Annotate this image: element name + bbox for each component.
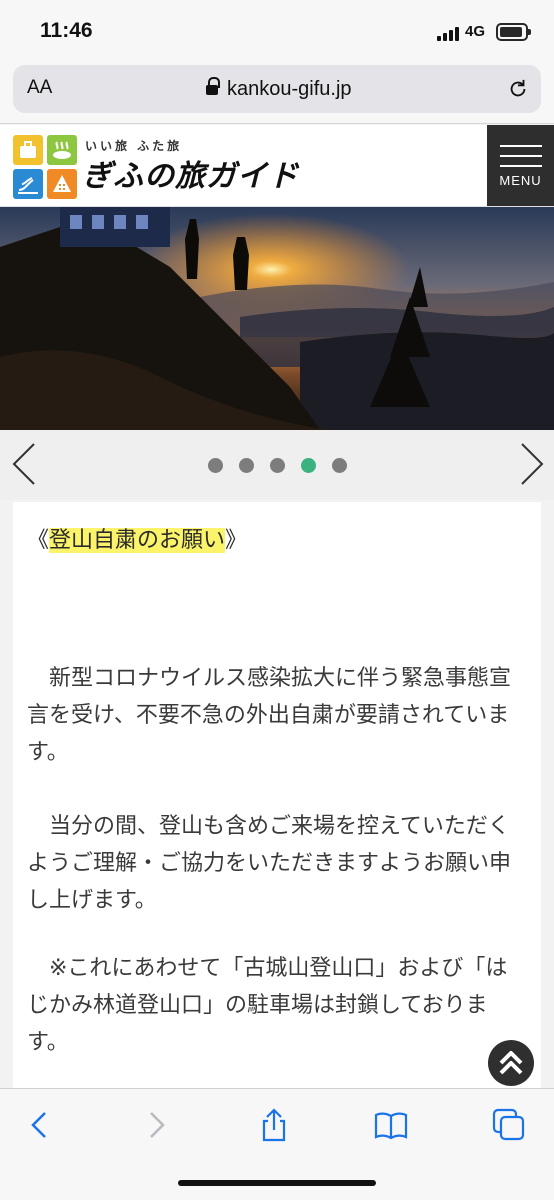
notice-card: 《登山自粛のお願い》 新型コロナウイルス感染拡大に伴う緊急事態宣言を受け、不要不… [13, 502, 541, 1102]
battery-icon [496, 23, 531, 41]
carousel-dot[interactable] [270, 458, 285, 473]
signal-icon [437, 25, 461, 41]
hot-spring-icon [47, 135, 77, 165]
bookmarks-button[interactable] [373, 1107, 409, 1143]
forward-icon [150, 1112, 165, 1138]
chevron-left-icon[interactable] [10, 442, 40, 486]
notice-title: 《登山自粛のお願い》 [27, 528, 248, 553]
site-header: いい旅 ふた旅 ぎふの旅ガイド MENU [0, 125, 554, 207]
menu-button[interactable]: MENU [487, 125, 554, 206]
notice-title-text: 登山自粛のお願い [49, 528, 226, 553]
text-size-button[interactable]: AA [27, 77, 52, 99]
hero-slide-image[interactable] [0, 207, 554, 430]
carousel-dot[interactable] [208, 458, 223, 473]
share-icon [262, 1108, 286, 1142]
reload-icon[interactable] [507, 78, 529, 100]
url-text[interactable]: kankou-gifu.jp [227, 78, 352, 101]
menu-label: MENU [499, 173, 542, 188]
address-bar[interactable]: AA kankou-gifu.jp [13, 65, 541, 113]
menu-icon [500, 145, 542, 175]
carousel-dot[interactable] [301, 458, 316, 473]
cormorant-fishing-icon [13, 169, 43, 199]
browser-address-area: AA kankou-gifu.jp [0, 62, 554, 124]
browser-toolbar [0, 1088, 554, 1200]
status-bar: 11:46 4G [0, 0, 554, 62]
chevron-right-icon[interactable] [516, 442, 546, 486]
back-button[interactable] [22, 1107, 58, 1143]
gassho-house-icon [47, 169, 77, 199]
logo-title[interactable]: ぎふの旅ガイド [82, 151, 299, 195]
back-icon [31, 1112, 46, 1138]
site-logo[interactable] [13, 135, 77, 199]
carousel-controls [0, 430, 554, 500]
bookmarks-icon [374, 1112, 408, 1140]
network-type: 4G [465, 23, 486, 40]
share-button[interactable] [256, 1107, 292, 1143]
carousel-dot[interactable] [332, 458, 347, 473]
notice-paragraph: ※これにあわせて「古城山登山口」および「はじかみ林道登山口」の駐車場は封鎖してお… [27, 956, 508, 1055]
lock-icon [206, 77, 220, 96]
scroll-top-button[interactable] [488, 1040, 534, 1086]
notice-paragraph: 当分の間、登山も含めご来場を控えていただくようご理解・ご協力をいただきますようお… [27, 814, 512, 913]
tabs-icon [492, 1108, 525, 1141]
status-time: 11:46 [40, 19, 93, 42]
suitcase-icon [13, 135, 43, 165]
home-indicator [178, 1180, 376, 1186]
scroll-top-icon [499, 1051, 523, 1075]
forward-button[interactable] [138, 1107, 174, 1143]
tabs-button[interactable] [491, 1107, 527, 1143]
notice-paragraph: 新型コロナウイルス感染拡大に伴う緊急事態宣言を受け、不要不急の外出自粛が要請され… [27, 666, 512, 765]
carousel-dot[interactable] [239, 458, 254, 473]
